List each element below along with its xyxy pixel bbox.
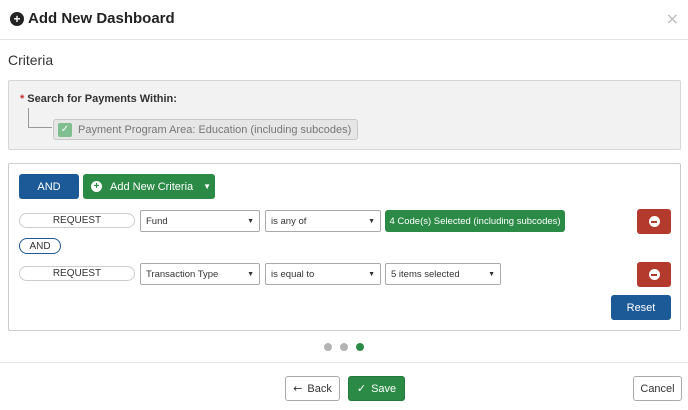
- modal-title: Add New Dashboard: [28, 10, 175, 27]
- operator-select[interactable]: is any of ▼: [265, 210, 381, 232]
- program-area-chip-label: Payment Program Area: Education (includi…: [78, 123, 352, 136]
- search-scope-label-text: Search for Payments Within:: [27, 93, 177, 105]
- cancel-button[interactable]: Cancel: [633, 376, 682, 401]
- criteria-builder-panel: AND + Add New Criteria ▼ REQUEST Fund ▼ …: [8, 163, 681, 331]
- and-connector-pill[interactable]: AND: [19, 238, 61, 254]
- value-select[interactable]: 5 items selected ▼: [385, 263, 501, 285]
- plus-circle-icon: +: [10, 11, 24, 26]
- search-scope-panel: * Search for Payments Within: ✓ Payment P…: [8, 80, 681, 150]
- back-button[interactable]: ← Back: [285, 376, 340, 401]
- and-operator-button[interactable]: AND: [19, 174, 79, 199]
- remove-criteria-button[interactable]: [637, 262, 671, 287]
- minus-circle-icon: [648, 269, 660, 280]
- codes-selected-button[interactable]: 4 Code(s) Selected (including subcodes): [385, 210, 565, 232]
- value-select-value: 5 items selected: [391, 268, 460, 280]
- request-pill: REQUEST: [19, 213, 135, 228]
- operator-select-value: is equal to: [271, 268, 315, 280]
- title-wrap: + Add New Dashboard: [10, 10, 175, 27]
- plus-circle-icon: +: [91, 181, 102, 192]
- reset-button[interactable]: Reset: [611, 295, 671, 320]
- minus-circle-icon: [648, 216, 660, 227]
- chevron-down-icon: ▼: [203, 182, 212, 191]
- chevron-down-icon: ▼: [368, 218, 375, 225]
- back-label: Back: [307, 382, 332, 395]
- field-select-value: Fund: [146, 215, 168, 227]
- check-icon: ✓: [356, 382, 367, 395]
- chevron-down-icon: ▼: [247, 271, 254, 278]
- close-icon[interactable]: ×: [666, 9, 679, 28]
- required-marker: *: [20, 93, 25, 105]
- pager-dot-3-active[interactable]: [356, 343, 364, 351]
- arrow-left-icon: ←: [293, 382, 303, 395]
- pager-dot-1[interactable]: [324, 343, 332, 351]
- operator-select-value: is any of: [271, 215, 307, 227]
- chevron-down-icon: ▼: [368, 271, 375, 278]
- checkbox-checked-icon: ✓: [58, 122, 72, 137]
- remove-criteria-button[interactable]: [637, 209, 671, 234]
- modal-header: + Add New Dashboard ×: [0, 0, 688, 40]
- pager-dot-2[interactable]: [340, 343, 348, 351]
- footer-divider: [0, 362, 688, 363]
- request-pill: REQUEST: [19, 266, 135, 281]
- add-new-criteria-button[interactable]: + Add New Criteria ▼: [83, 174, 215, 199]
- operator-select[interactable]: is equal to ▼: [265, 263, 381, 285]
- chevron-down-icon: ▼: [488, 271, 495, 278]
- add-new-criteria-label: Add New Criteria: [110, 180, 194, 193]
- chevron-down-icon: ▼: [247, 218, 254, 225]
- field-select[interactable]: Fund ▼: [140, 210, 260, 232]
- field-select[interactable]: Transaction Type ▼: [140, 263, 260, 285]
- criteria-section-title: Criteria: [8, 52, 54, 68]
- save-label: Save: [371, 382, 397, 395]
- program-area-chip: ✓ Payment Program Area: Education (inclu…: [53, 119, 359, 140]
- tree-connector-line: [28, 108, 52, 128]
- field-select-value: Transaction Type: [146, 268, 219, 280]
- save-button[interactable]: ✓ Save: [348, 376, 405, 401]
- search-scope-label: * Search for Payments Within:: [20, 93, 177, 105]
